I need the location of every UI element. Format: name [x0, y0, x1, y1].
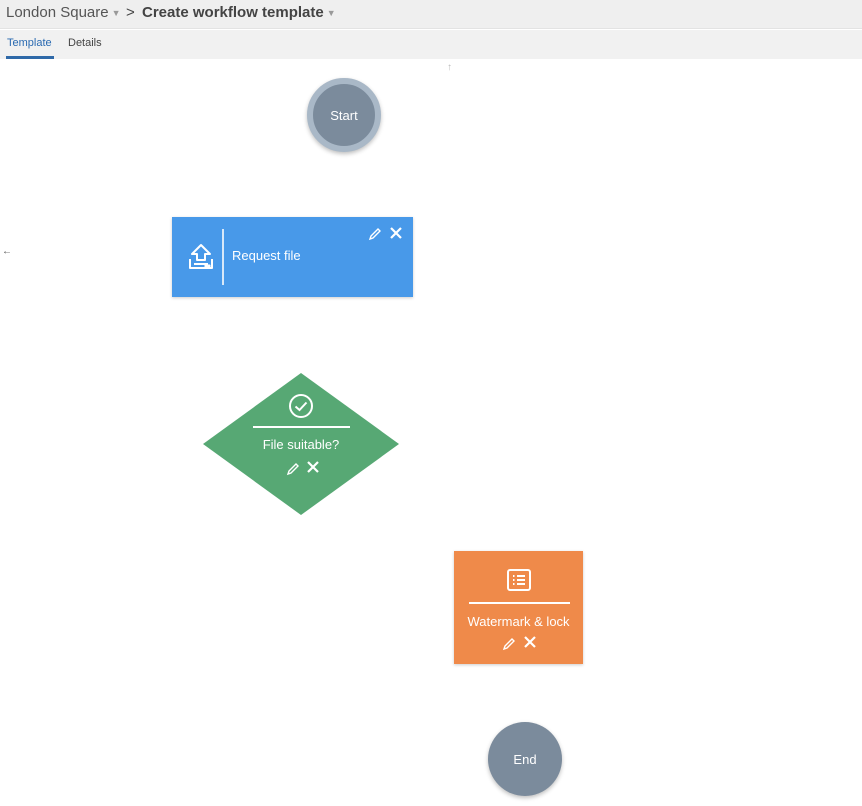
breadcrumb-separator: > [126, 4, 135, 21]
close-icon[interactable] [523, 635, 537, 654]
arrow-up-icon[interactable]: ↑ [447, 62, 452, 73]
start-node-label: Start [330, 107, 358, 123]
end-node[interactable]: End [488, 722, 562, 796]
node-label: Request file [232, 248, 301, 263]
node-label: File suitable? [262, 437, 340, 452]
close-icon[interactable] [389, 226, 403, 245]
page-title-label: Create workflow template [142, 4, 324, 21]
pencil-icon[interactable] [286, 462, 300, 481]
tab-template[interactable]: Template [7, 37, 52, 49]
arrow-left-icon[interactable]: ← [2, 246, 12, 257]
page-header: London Square ▼ > Create workflow templat… [0, 0, 862, 29]
request-file-node[interactable]: Request file [172, 217, 413, 297]
check-circle-icon [288, 393, 314, 424]
chevron-down-icon[interactable]: ▼ [327, 8, 336, 18]
start-node[interactable]: Start [307, 78, 381, 152]
chevron-down-icon[interactable]: ▼ [112, 8, 121, 18]
watermark-lock-node[interactable]: Watermark & lock [454, 551, 583, 664]
list-icon [507, 569, 531, 596]
page-title[interactable]: Create workflow template ▼ [142, 4, 336, 21]
file-suitable-decision-node[interactable]: File suitable? [203, 373, 399, 515]
node-label: Watermark & lock [467, 614, 570, 629]
pencil-icon[interactable] [368, 227, 382, 246]
end-node-label: End [513, 751, 537, 767]
breadcrumb-root-label: London Square [6, 4, 109, 21]
node-divider [469, 602, 570, 604]
upload-icon [186, 242, 216, 272]
breadcrumb-root[interactable]: London Square ▼ [6, 4, 121, 21]
pencil-icon[interactable] [502, 637, 516, 656]
node-divider [222, 229, 224, 285]
tab-bar: Template Details [0, 30, 862, 59]
close-icon[interactable] [306, 460, 320, 479]
tab-details[interactable]: Details [68, 37, 102, 49]
node-divider [253, 426, 350, 428]
workflow-canvas[interactable] [0, 59, 862, 806]
